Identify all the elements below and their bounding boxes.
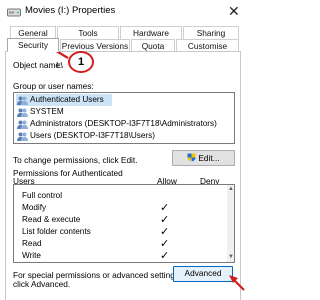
tab-sharing[interactable]: Sharing [183,26,239,39]
allow-check-icon: ✓ [160,214,170,226]
group-user-names-label: Group or user names: [13,81,94,91]
permission-name: Full control [22,191,63,200]
scroll-down-icon[interactable]: ▼ [228,254,234,260]
change-permissions-text: To change permissions, click Edit. [13,155,138,165]
permission-name: Write [22,251,41,260]
list-item[interactable]: SYSTEM [16,106,64,118]
object-name-label: Object name: [13,60,63,70]
window-title: Movies (I:) Properties [25,5,116,16]
drive-icon [7,6,21,18]
allow-check-icon: ✓ [160,250,170,262]
permissions-scrollbar[interactable] [227,185,234,262]
annotation-step-badge: 1 [68,51,94,73]
list-item-label: Administrators (DESKTOP-I3F7T18\Administ… [30,119,217,128]
tab-tools[interactable]: Tools [57,26,119,39]
table-row: Full control [22,190,62,202]
list-item-label: Authenticated Users [30,95,104,104]
permission-name: Read [22,239,42,248]
permission-name: List folder contents [22,227,91,236]
special-permissions-text-line2: click Advanced. [13,279,71,289]
scroll-up-icon[interactable]: ▲ [228,186,234,192]
table-row: List folder contents [22,226,91,238]
tab-security[interactable]: Security [7,38,59,52]
tab-hardware[interactable]: Hardware [120,26,182,39]
users-group-icon [17,96,28,105]
list-item[interactable]: Users (DESKTOP-I3F7T18\Users) [16,130,155,142]
users-group-icon [17,120,28,129]
list-item[interactable]: Administrators (DESKTOP-I3F7T18\Administ… [16,118,217,130]
list-item-label: Users (DESKTOP-I3F7T18\Users) [30,131,155,140]
edit-button-label: Edit... [198,153,220,163]
list-item[interactable]: Authenticated Users [16,94,112,106]
users-group-icon [17,108,28,117]
table-row: Modify [22,202,46,214]
allow-check-icon: ✓ [160,238,170,250]
table-row: Write [22,250,41,262]
permission-name: Modify [22,203,47,212]
list-item-label: SYSTEM [30,107,64,116]
users-group-icon [17,132,28,141]
edit-button[interactable]: Edit... [172,150,235,166]
table-row: Read [22,238,42,250]
advanced-button[interactable]: Advanced [173,266,233,282]
permission-name: Read & execute [22,215,81,224]
allow-check-icon: ✓ [160,226,170,238]
shield-icon [187,152,196,166]
table-row: Read & execute [22,214,80,226]
allow-check-icon: ✓ [160,202,170,214]
close-icon[interactable]: ✕ [228,3,240,20]
